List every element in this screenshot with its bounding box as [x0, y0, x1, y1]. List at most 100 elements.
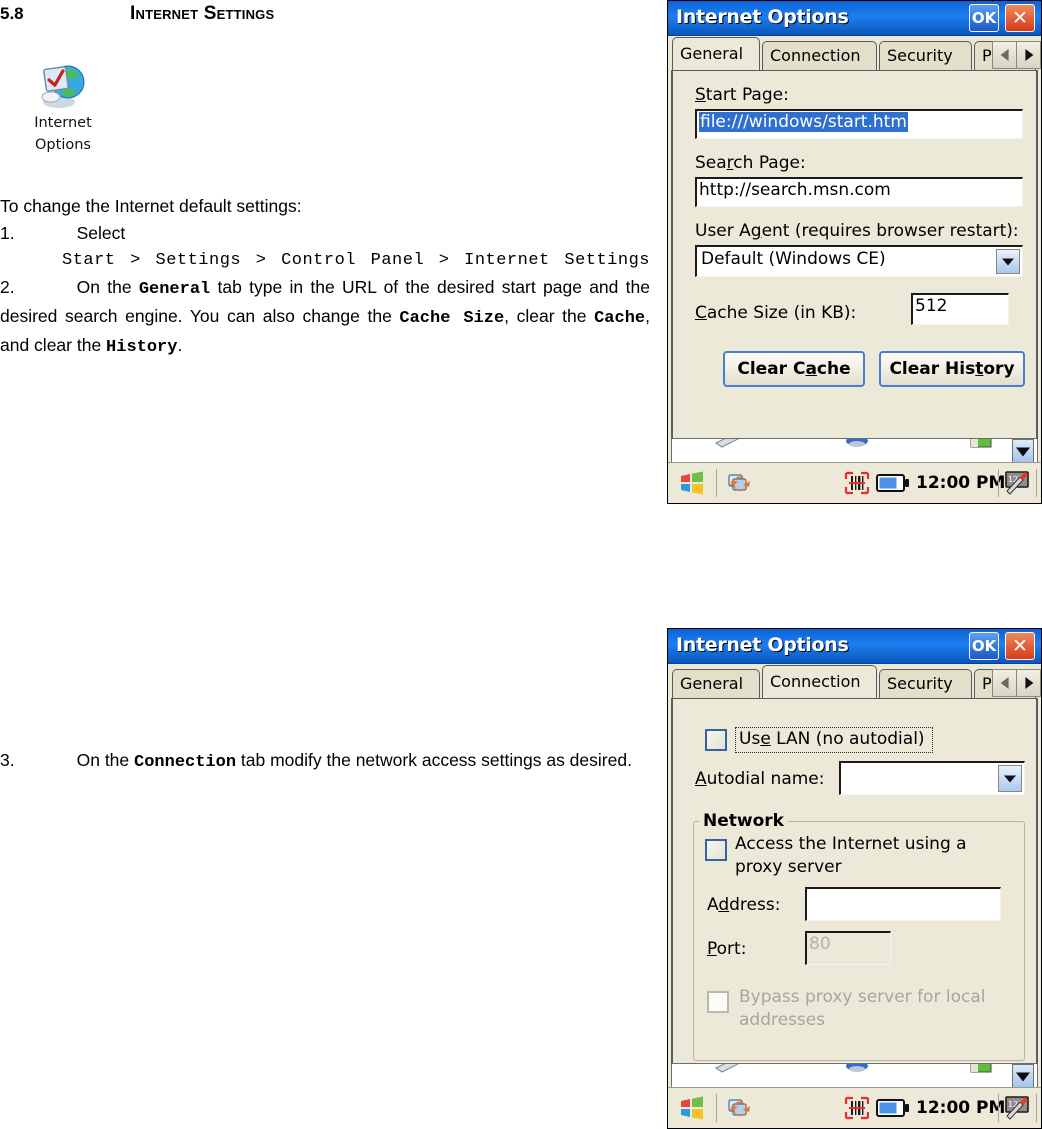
desktop-icon-peek-1	[715, 439, 739, 448]
proxy-label-line2: proxy server	[735, 857, 842, 877]
proxy-label-line1: Access the Internet using a	[735, 834, 967, 854]
step-1-text: Select	[76, 223, 126, 243]
taskbar-separator-1	[716, 469, 717, 497]
use-lan-label: Use LAN (no autodial)	[739, 729, 925, 749]
step-3-text-c: tab modify the network access settings a…	[236, 750, 632, 770]
internet-options-icon	[37, 62, 89, 110]
desktop-icon-peek-3	[970, 439, 992, 448]
tab-security[interactable]: Security	[879, 41, 972, 70]
step-1-path-text: Start > Settings > Control Panel > Inter…	[62, 251, 650, 270]
clock-label: 12:00 PM	[916, 473, 1006, 493]
barcode-scanner-icon[interactable]	[844, 471, 870, 495]
address-label: Address:	[707, 895, 781, 915]
dialog-client-general: Start Page: file:///windows/start.htm Se…	[671, 70, 1038, 458]
dialog-title-connection: Internet Options	[676, 634, 849, 656]
taskbar-separator-6	[1036, 1094, 1037, 1122]
intro-line: To change the Internet default settings:	[0, 196, 302, 216]
step-2-text-i: .	[177, 335, 183, 355]
clear-history-button[interactable]: Clear History	[879, 351, 1025, 387]
desktop-peek-strip-general	[671, 438, 1038, 464]
chevron-down-icon[interactable]	[996, 249, 1020, 274]
step-2-cache: Cache	[594, 309, 646, 328]
taskbar-separator-5	[998, 1094, 999, 1122]
desktop-icon-peek-4	[715, 1064, 739, 1073]
section-heading: 5.8 Internet Settings	[0, 3, 640, 25]
autodial-combobox[interactable]	[839, 761, 1025, 795]
dialog-titlebar-connection: Internet Options OK ✕	[668, 629, 1041, 664]
step-2-text-e: , clear the	[504, 306, 595, 326]
autodial-label: Autodial name:	[695, 769, 825, 789]
network-group-label: Network	[699, 811, 788, 831]
tabstrip-connection: General Connection Security Pri	[668, 664, 1041, 698]
dialog-title-general: Internet Options	[676, 6, 849, 28]
tabstrip-general: General Connection Security Pri	[668, 36, 1041, 70]
scrollbar-down-arrow[interactable]	[1012, 439, 1034, 463]
start-page-value: file:///windows/start.htm	[699, 112, 908, 132]
search-page-input[interactable]: http://search.msn.com	[695, 177, 1023, 207]
search-page-label: Search Page:	[695, 153, 806, 173]
use-lan-checkbox[interactable]	[705, 729, 727, 751]
close-button-connection[interactable]: ✕	[1005, 632, 1035, 660]
triangle-right-icon-2[interactable]	[1016, 669, 1041, 697]
barcode-scanner-icon-2[interactable]	[844, 1096, 870, 1120]
step-2: 2. On the General tab type in the URL of …	[0, 274, 650, 361]
page-root: 5.8 Internet Settings Internet Options T…	[0, 0, 1042, 1129]
taskbar-connection: 12:00 PM 123	[668, 1087, 1041, 1128]
desktop-icon-peek-5	[846, 1064, 868, 1072]
triangle-left-icon[interactable]	[992, 41, 1017, 69]
dialog-titlebar-general: Internet Options OK ✕	[668, 1, 1041, 36]
bypass-proxy-checkbox[interactable]	[707, 991, 729, 1013]
tab-connection-2[interactable]: Connection	[762, 665, 877, 698]
cache-size-value: 512	[915, 296, 948, 316]
step-1-number: 1.	[0, 223, 15, 243]
step-1: 1. Select	[0, 220, 650, 247]
tab-general[interactable]: General	[672, 37, 760, 70]
scrollbar-down-arrow-2[interactable]	[1012, 1064, 1034, 1088]
battery-icon[interactable]	[876, 474, 910, 493]
start-page-input[interactable]: file:///windows/start.htm	[695, 109, 1023, 139]
step-2-text-a: On the	[76, 277, 139, 297]
bypass-label-line2: addresses	[739, 1010, 826, 1030]
clear-cache-button[interactable]: Clear Cache	[723, 351, 865, 387]
cache-size-input[interactable]: 512	[911, 293, 1009, 325]
step-2-general: General	[138, 280, 211, 299]
desktop-peek-strip-connection	[671, 1063, 1038, 1089]
proxy-checkbox[interactable]	[705, 839, 727, 861]
taskbar-general: 12:00 PM 123	[668, 462, 1041, 503]
address-input[interactable]	[805, 887, 1001, 921]
ok-button-connection[interactable]: OK	[969, 632, 999, 660]
ok-button-general[interactable]: OK	[969, 4, 999, 32]
step-3: 3. On the Connection tab modify the netwo…	[0, 745, 650, 778]
input-panel-keyboard-icon-2[interactable]: 123	[1004, 1094, 1032, 1122]
taskbar-separator-4	[716, 1094, 717, 1122]
section-title: Internet Settings	[130, 3, 275, 24]
taskbar-separator-2	[998, 469, 999, 497]
step-3-text-a: On the	[76, 750, 135, 770]
chevron-down-icon-2[interactable]	[998, 765, 1022, 792]
close-button-general[interactable]: ✕	[1005, 4, 1035, 32]
search-page-value: http://search.msn.com	[699, 180, 891, 200]
step-2-history: History	[106, 338, 178, 357]
triangle-right-icon[interactable]	[1016, 41, 1041, 69]
dialog-client-connection: Use LAN (no autodial) Autodial name: Net…	[671, 698, 1038, 1083]
tab-connection[interactable]: Connection	[762, 41, 877, 70]
user-agent-combobox[interactable]: Default (Windows CE)	[695, 245, 1023, 277]
triangle-left-icon-2[interactable]	[992, 669, 1017, 697]
tab-general-2[interactable]: General	[672, 669, 760, 698]
cache-size-label: Cache Size (in KB):	[695, 303, 857, 323]
section-number: 5.8	[0, 4, 24, 23]
windows-start-icon-2[interactable]	[678, 1095, 706, 1121]
step-3-connection: Connection	[134, 753, 237, 772]
input-panel-keyboard-icon[interactable]: 123	[1004, 469, 1032, 497]
port-input[interactable]: 80	[805, 931, 891, 965]
activesync-icon-2[interactable]	[726, 1096, 752, 1120]
tab-security-2[interactable]: Security	[879, 669, 972, 698]
battery-icon-2[interactable]	[876, 1099, 910, 1118]
activesync-icon[interactable]	[726, 471, 752, 495]
desktop-icon-peek-6	[970, 1064, 992, 1073]
document-column: 5.8 Internet Settings Internet Options T…	[0, 0, 655, 1129]
step-1-path: Start > Settings > Control Panel > Inter…	[0, 247, 650, 274]
icon-caption-line1: Internet	[34, 115, 92, 131]
device-screenshot-general: Internet Options OK ✕ General Connection…	[667, 0, 1042, 504]
windows-start-icon[interactable]	[678, 470, 706, 496]
